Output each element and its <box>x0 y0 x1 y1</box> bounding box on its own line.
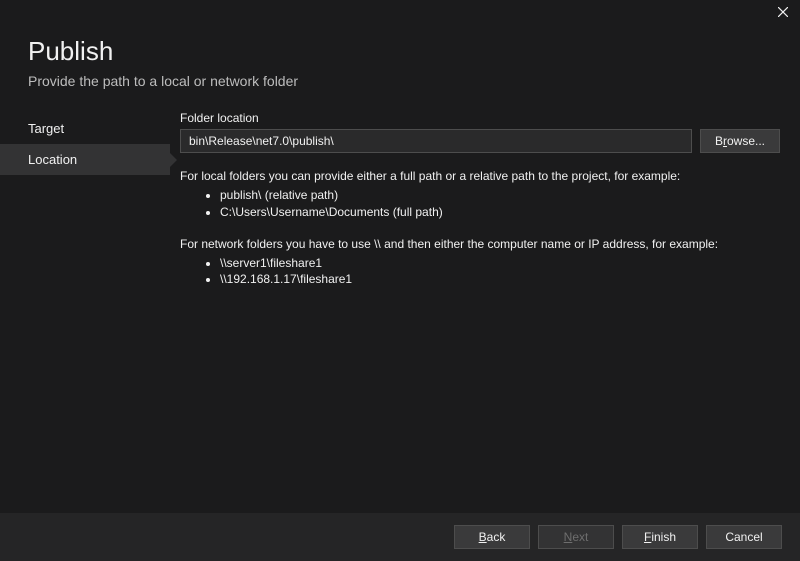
cancel-button[interactable]: Cancel <box>706 525 782 549</box>
next-button: Next <box>538 525 614 549</box>
finish-button[interactable]: Finish <box>622 525 698 549</box>
body: Target Location Folder location Browse..… <box>0 111 800 501</box>
close-icon <box>778 7 788 17</box>
help-local-list: publish\ (relative path) C:\Users\Userna… <box>180 187 780 221</box>
help-local-intro: For local folders you can provide either… <box>180 167 780 185</box>
titlebar <box>0 0 800 28</box>
browse-button[interactable]: Browse... <box>700 129 780 153</box>
sidebar-item-target[interactable]: Target <box>0 113 170 144</box>
help-network-list: \\server1\fileshare1 \\192.168.1.17\file… <box>180 255 780 289</box>
help-text: For local folders you can provide either… <box>180 167 780 288</box>
sidebar-item-label: Target <box>28 121 64 136</box>
folder-location-row: Browse... <box>180 129 780 153</box>
folder-location-label: Folder location <box>180 111 780 125</box>
back-button[interactable]: Back <box>454 525 530 549</box>
main-panel: Folder location Browse... For local fold… <box>170 111 800 501</box>
page-subtitle: Provide the path to a local or network f… <box>28 73 772 89</box>
sidebar-item-label: Location <box>28 152 77 167</box>
sidebar: Target Location <box>0 111 170 501</box>
folder-location-input[interactable] <box>180 129 692 153</box>
help-network-example: \\server1\fileshare1 <box>220 255 780 272</box>
close-button[interactable] <box>766 0 800 24</box>
footer: Back Next Finish Cancel <box>0 513 800 561</box>
help-network-example: \\192.168.1.17\fileshare1 <box>220 271 780 288</box>
header: Publish Provide the path to a local or n… <box>0 28 800 111</box>
help-local-example: C:\Users\Username\Documents (full path) <box>220 204 780 221</box>
help-local-example: publish\ (relative path) <box>220 187 780 204</box>
page-title: Publish <box>28 36 772 67</box>
help-network-intro: For network folders you have to use \\ a… <box>180 235 780 253</box>
sidebar-item-location[interactable]: Location <box>0 144 170 175</box>
